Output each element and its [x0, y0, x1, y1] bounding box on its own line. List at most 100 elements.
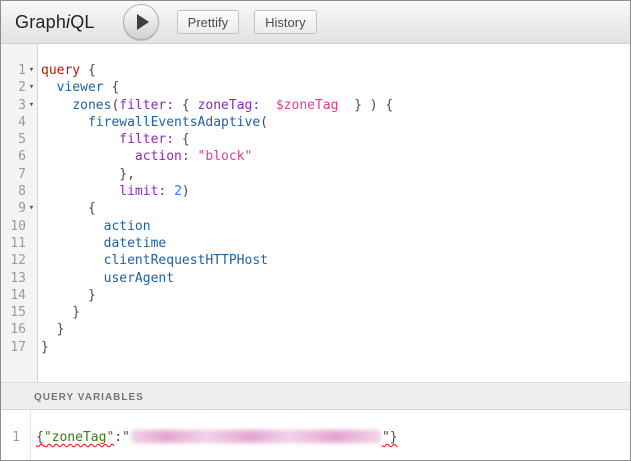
token: },	[41, 167, 135, 182]
line-number: 4	[1, 114, 26, 131]
line-number: 16	[1, 321, 26, 338]
line-number: 7	[1, 166, 26, 183]
line-number: 17	[1, 339, 26, 356]
fold-spacer	[26, 131, 37, 148]
history-button[interactable]: History	[254, 10, 316, 34]
query-variables-title[interactable]: QUERY VARIABLES	[1, 382, 630, 410]
fold-spacer	[26, 148, 37, 165]
gutter-row: 9▾	[1, 200, 37, 217]
token: }	[41, 288, 96, 303]
token: datetime	[104, 236, 167, 251]
token: {	[104, 80, 120, 95]
redacted-zone-tag-value	[131, 430, 381, 443]
token	[190, 149, 198, 164]
gutter-row: 14	[1, 287, 37, 304]
token: }	[41, 322, 64, 337]
code-line: }	[41, 339, 630, 356]
line-numbers-gutter: 1▾2▾3▾456789▾1011121314151617	[1, 44, 38, 382]
toolbar: GraphiQL Prettify History	[1, 1, 630, 44]
token: "zoneTag"	[44, 430, 114, 445]
fold-spacer	[26, 304, 37, 321]
gutter-row: 11	[1, 235, 37, 252]
gutter-row: 3▾	[1, 97, 37, 114]
token: $zoneTag	[276, 98, 339, 113]
gutter-row: 15	[1, 304, 37, 321]
graphiql-logo: GraphiQL	[15, 12, 95, 33]
variables-line-numbers-gutter: 1	[1, 410, 31, 460]
code-line: zones(filter: { zoneTag: $zoneTag } ) {	[41, 97, 630, 114]
fold-spacer	[26, 252, 37, 269]
line-number: 10	[1, 218, 26, 235]
gutter-row: 6	[1, 148, 37, 165]
code-line: },	[41, 166, 630, 183]
token	[41, 219, 104, 234]
token: firewallEventsAdaptive	[88, 115, 260, 130]
fold-spacer	[26, 114, 37, 131]
line-number: 13	[1, 270, 26, 287]
token: "	[122, 430, 130, 445]
code-line: filter: {	[41, 131, 630, 148]
fold-arrow-icon[interactable]: ▾	[26, 62, 37, 79]
fold-arrow-icon[interactable]: ▾	[26, 97, 37, 114]
token: clientRequestHTTPHost	[104, 253, 268, 268]
token	[41, 271, 104, 286]
token: )	[182, 184, 190, 199]
token	[41, 115, 88, 130]
code-line: query {	[41, 62, 630, 79]
graphiql-window: GraphiQL Prettify History 1▾2▾3▾456789▾1…	[0, 0, 631, 461]
token	[166, 184, 174, 199]
token	[41, 149, 135, 164]
code-area[interactable]: query { viewer { zones(filter: { zoneTag…	[38, 44, 630, 382]
gutter-row: 10	[1, 218, 37, 235]
fold-spacer	[26, 183, 37, 200]
fold-spacer	[26, 270, 37, 287]
code-line: }	[41, 321, 630, 338]
token: "}	[382, 430, 398, 445]
line-number: 1	[1, 62, 26, 79]
code-line: userAgent	[41, 270, 630, 287]
line-number: 3	[1, 97, 26, 114]
code-line: firewallEventsAdaptive(	[41, 114, 630, 131]
execute-query-button[interactable]	[123, 4, 159, 40]
code-line: limit: 2)	[41, 183, 630, 200]
token: action:	[135, 149, 190, 164]
prettify-button[interactable]: Prettify	[177, 10, 239, 34]
token: viewer	[57, 80, 104, 95]
token: }	[41, 340, 49, 355]
token: "block"	[198, 149, 253, 164]
gutter-row: 8	[1, 183, 37, 200]
fold-spacer	[26, 235, 37, 252]
play-icon	[137, 14, 149, 30]
token: userAgent	[104, 271, 174, 286]
gutter-row: 17	[1, 339, 37, 356]
fold-arrow-icon[interactable]: ▾	[26, 79, 37, 96]
gutter-row: 4	[1, 114, 37, 131]
line-number: 2	[1, 79, 26, 96]
token: zones	[72, 98, 111, 113]
line-number: 1	[12, 430, 20, 445]
code-line: action: "block"	[41, 148, 630, 165]
token: filter:	[119, 98, 174, 113]
token: action	[104, 219, 151, 234]
token	[260, 98, 276, 113]
line-number: 14	[1, 287, 26, 304]
logo-text: Graph	[15, 12, 66, 32]
gutter-row: 5	[1, 131, 37, 148]
line-number: 11	[1, 235, 26, 252]
token	[41, 236, 104, 251]
token: 2	[174, 184, 182, 199]
token: (	[260, 115, 268, 130]
token	[41, 184, 119, 199]
code-line: viewer {	[41, 79, 630, 96]
line-number: 12	[1, 252, 26, 269]
code-line: {	[41, 200, 630, 217]
token: {	[174, 132, 190, 147]
variables-code-area[interactable]: {"zoneTag":""}	[31, 410, 630, 460]
gutter-row: 16	[1, 321, 37, 338]
token: query	[41, 63, 80, 78]
variables-code-line: {"zoneTag":""}	[36, 429, 630, 446]
line-number: 15	[1, 304, 26, 321]
token: }	[41, 305, 80, 320]
token: {	[41, 201, 96, 216]
fold-arrow-icon[interactable]: ▾	[26, 200, 37, 217]
